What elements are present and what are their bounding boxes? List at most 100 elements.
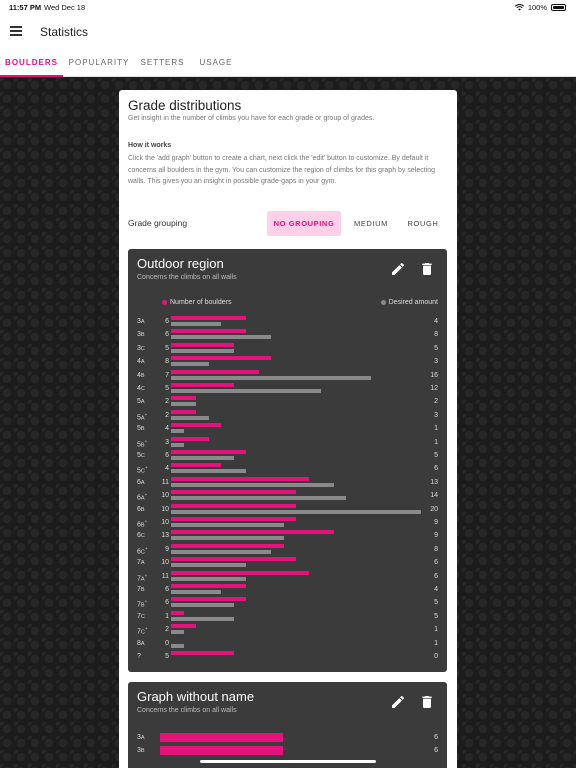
- desired-bar: [171, 335, 271, 340]
- card-subtitle: Get insight in the number of climbs you …: [128, 115, 375, 122]
- desired-bar: [171, 563, 246, 568]
- count-bar: [171, 503, 296, 508]
- count-label: 0: [165, 639, 169, 647]
- graph-title: Outdoor region: [137, 256, 224, 271]
- desired-label: 12: [430, 385, 438, 392]
- trash-icon[interactable]: [419, 261, 435, 277]
- count-bar: [171, 463, 221, 468]
- chart-row: 3A 6 4: [128, 316, 447, 329]
- tab-setters[interactable]: SETTERS: [135, 50, 190, 77]
- chart-row: 4B 7 16: [128, 369, 447, 383]
- desired-bar: [171, 482, 334, 487]
- chart-row: 3C 5 5: [128, 342, 447, 356]
- desired-label: 4: [434, 586, 438, 593]
- trash-icon[interactable]: [419, 694, 435, 710]
- desired-bar: [171, 496, 346, 501]
- legend-desired-label: Desired amount: [388, 299, 438, 306]
- chart-row: 5C 6 5: [128, 450, 447, 463]
- status-date: Wed Dec 18: [44, 3, 86, 12]
- count-label: 7: [165, 371, 169, 379]
- grouping-medium-button[interactable]: MEDIUM: [347, 211, 395, 236]
- count-bar: [171, 409, 196, 414]
- tab-popularity[interactable]: POPULARITY: [63, 50, 135, 77]
- count-bar: [160, 746, 283, 755]
- chart-row: 7B+ 6 5: [128, 597, 447, 610]
- chart-row: 6C+ 9 8: [128, 543, 447, 557]
- grade-label: 5C: [137, 452, 145, 459]
- pencil-icon[interactable]: [390, 694, 406, 710]
- count-bar: [171, 597, 246, 602]
- chart-row: 5C+ 4 6: [128, 463, 447, 476]
- home-indicator: [200, 760, 376, 763]
- value-label: 6: [434, 747, 438, 754]
- grade-label: 7B+: [137, 599, 148, 609]
- wifi-icon: [514, 4, 524, 11]
- desired-bar: [171, 389, 321, 393]
- chart-row: 6B 10 20: [128, 503, 447, 517]
- pencil-icon[interactable]: [390, 261, 406, 277]
- count-label: 10: [161, 559, 169, 567]
- desired-bar: [171, 509, 421, 514]
- page-title: Statistics: [40, 25, 89, 39]
- count-bar: [171, 651, 234, 655]
- chart-row: 4A 8 3: [128, 356, 447, 369]
- desired-label: 5: [434, 612, 438, 620]
- desired-label: 20: [430, 505, 438, 513]
- grade-label: 5A+: [137, 411, 148, 422]
- how-it-works-title: How it works: [128, 142, 172, 149]
- grade-grouping-label: Grade grouping: [128, 218, 188, 228]
- grade-label: 3B: [137, 747, 145, 754]
- grade-label: 7C: [137, 612, 145, 620]
- count-label: 1: [165, 612, 169, 620]
- graph-subtitle: Concerns the climbs on all walls: [137, 274, 237, 281]
- grade-label: 7B: [137, 586, 145, 593]
- count-bar: [171, 396, 196, 401]
- count-label: 10: [161, 519, 169, 526]
- chart-row: 3B 6 8: [128, 329, 447, 342]
- count-bar: [171, 624, 196, 629]
- count-bar: [171, 342, 234, 347]
- count-label: 6: [165, 331, 169, 339]
- desired-label: 6: [434, 572, 438, 580]
- count-label: 10: [161, 505, 169, 513]
- grade-label: 6A+: [137, 492, 148, 502]
- grade-label: 6B+: [137, 519, 148, 529]
- count-label: 6: [165, 452, 169, 459]
- menu-icon[interactable]: [10, 26, 22, 36]
- count-label: 9: [165, 545, 169, 553]
- desired-bar: [171, 616, 234, 621]
- grade-label: 6A: [137, 478, 145, 486]
- desired-label: 13: [430, 478, 438, 486]
- count-bar: [171, 383, 234, 387]
- desired-bar: [171, 523, 284, 527]
- grade-label: 7C+: [137, 626, 148, 636]
- grade-label: 4B: [137, 371, 145, 379]
- desired-bar: [171, 402, 196, 407]
- desired-bar: [171, 590, 221, 594]
- battery-icon: [551, 4, 566, 11]
- chart-row: 5A 2 2: [128, 396, 447, 409]
- count-bar: [171, 423, 221, 428]
- grouping-none-button[interactable]: NO GROUPING: [267, 211, 341, 236]
- graph-card-without-name: Graph without name Concerns the climbs o…: [128, 682, 447, 768]
- desired-label: 16: [430, 371, 438, 379]
- desired-label: 9: [434, 519, 438, 526]
- count-bar: [171, 329, 246, 334]
- count-bar: [160, 733, 283, 742]
- tab-usage[interactable]: USAGE: [190, 50, 242, 77]
- legend-count-swatch: [162, 300, 167, 305]
- chart-row: 7C 1 5: [128, 610, 447, 624]
- grade-distributions-card: Grade distributions Get insight in the n…: [119, 90, 457, 768]
- grouping-rough-button[interactable]: ROUGH: [401, 211, 445, 236]
- grade-label: 5B: [137, 425, 145, 433]
- desired-bar: [171, 536, 284, 541]
- grade-label: 4C: [137, 385, 145, 392]
- grade-label: 3B: [137, 331, 145, 339]
- desired-label: 0: [434, 653, 438, 660]
- grade-label: 7A+: [137, 572, 148, 582]
- count-label: 11: [161, 572, 169, 580]
- grade-label: 6C+: [137, 545, 148, 556]
- app-bar: Statistics: [0, 14, 576, 50]
- tab-boulders[interactable]: BOULDERS: [0, 50, 63, 77]
- count-label: 3: [165, 438, 169, 446]
